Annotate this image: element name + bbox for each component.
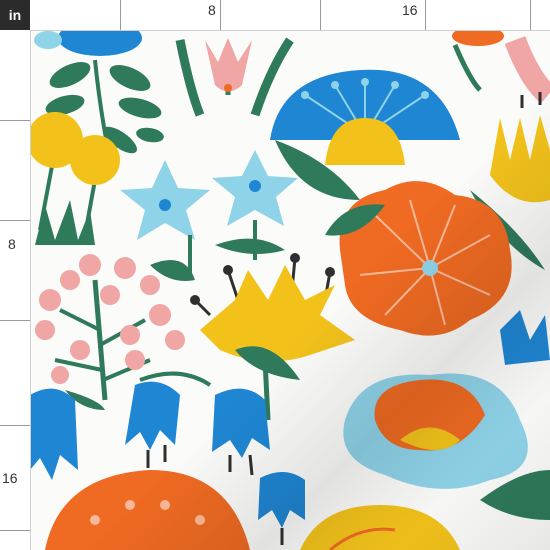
top-ruler: 8 16 (30, 0, 550, 31)
fabric-fold-shadow (31, 31, 550, 550)
ruler-tick (0, 120, 30, 121)
left-ruler-label-8: 8 (8, 236, 16, 252)
fabric-swatch (31, 31, 550, 550)
top-ruler-label-16: 16 (402, 2, 418, 18)
top-ruler-label-8: 8 (208, 2, 216, 18)
left-ruler-label-16: 16 (2, 470, 18, 486)
ruler-tick (0, 425, 30, 426)
ruler-tick (0, 220, 30, 221)
ruler-tick (220, 0, 221, 30)
ruler-tick (0, 530, 30, 531)
ruler-unit-label: in (0, 0, 30, 30)
left-ruler: 8 16 (0, 30, 31, 550)
ruler-tick (320, 0, 321, 30)
ruler-tick (120, 0, 121, 30)
ruler-tick (425, 0, 426, 30)
ruler-tick (0, 320, 30, 321)
ruler-tick (530, 0, 531, 30)
